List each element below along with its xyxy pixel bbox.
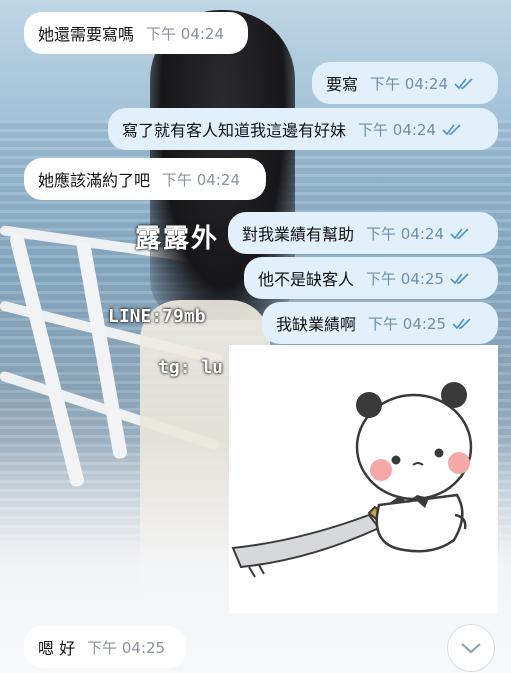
- message-time: 下午 04:24: [366, 224, 445, 243]
- message-text: 她還需要寫嗎: [38, 25, 135, 44]
- panda-with-sword-sticker-icon: [231, 382, 473, 578]
- overlay-line-id: LINE:79mb: [108, 306, 206, 327]
- message-time: 下午 04:25: [368, 314, 447, 333]
- chevron-down-icon: [461, 643, 481, 654]
- message-time: 下午 04:24: [358, 120, 437, 139]
- scroll-to-bottom-button[interactable]: [447, 624, 495, 672]
- message-outgoing[interactable]: 對我業績有幫助 下午 04:24: [228, 212, 498, 254]
- read-receipt-icon: [452, 318, 471, 330]
- message-outgoing[interactable]: 要寫 下午 04:24: [312, 62, 498, 104]
- message-outgoing[interactable]: 他不是缺客人 下午 04:25: [244, 257, 498, 299]
- read-receipt-icon: [454, 78, 473, 90]
- message-outgoing[interactable]: 寫了就有客人知道我這邊有好妹 下午 04:24: [108, 108, 498, 150]
- message-incoming[interactable]: 她還需要寫嗎 下午 04:24: [24, 12, 248, 54]
- message-text: 我缺業績啊: [276, 315, 357, 334]
- overlay-banner: 露露外: [135, 224, 220, 254]
- message-outgoing[interactable]: 我缺業績啊 下午 04:25: [262, 302, 498, 344]
- message-incoming[interactable]: 她應該滿約了吧 下午 04:24: [24, 158, 266, 200]
- message-text: 嗯 好: [38, 639, 76, 658]
- message-time: 下午 04:25: [87, 638, 166, 657]
- read-receipt-icon: [450, 228, 469, 240]
- message-text: 他不是缺客人: [258, 270, 355, 289]
- sticker-message[interactable]: [229, 345, 498, 613]
- message-text: 她應該滿約了吧: [38, 171, 151, 190]
- message-time: 下午 04:24: [370, 74, 449, 93]
- read-receipt-icon: [450, 273, 469, 285]
- message-time: 下午 04:25: [366, 269, 445, 288]
- message-text: 對我業績有幫助: [242, 225, 355, 244]
- message-text: 要寫: [326, 75, 359, 94]
- chat-area[interactable]: 露露外 LINE:79mb tg: lu 她還需要寫嗎 下午 04:24 要寫 …: [0, 0, 511, 673]
- message-incoming[interactable]: 嗯 好 下午 04:25: [24, 626, 186, 668]
- message-text: 寫了就有客人知道我這邊有好妹: [122, 121, 347, 140]
- message-time: 下午 04:24: [162, 170, 241, 189]
- read-receipt-icon: [442, 124, 461, 136]
- overlay-tg: tg: lu: [158, 357, 224, 378]
- message-time: 下午 04:24: [146, 24, 225, 43]
